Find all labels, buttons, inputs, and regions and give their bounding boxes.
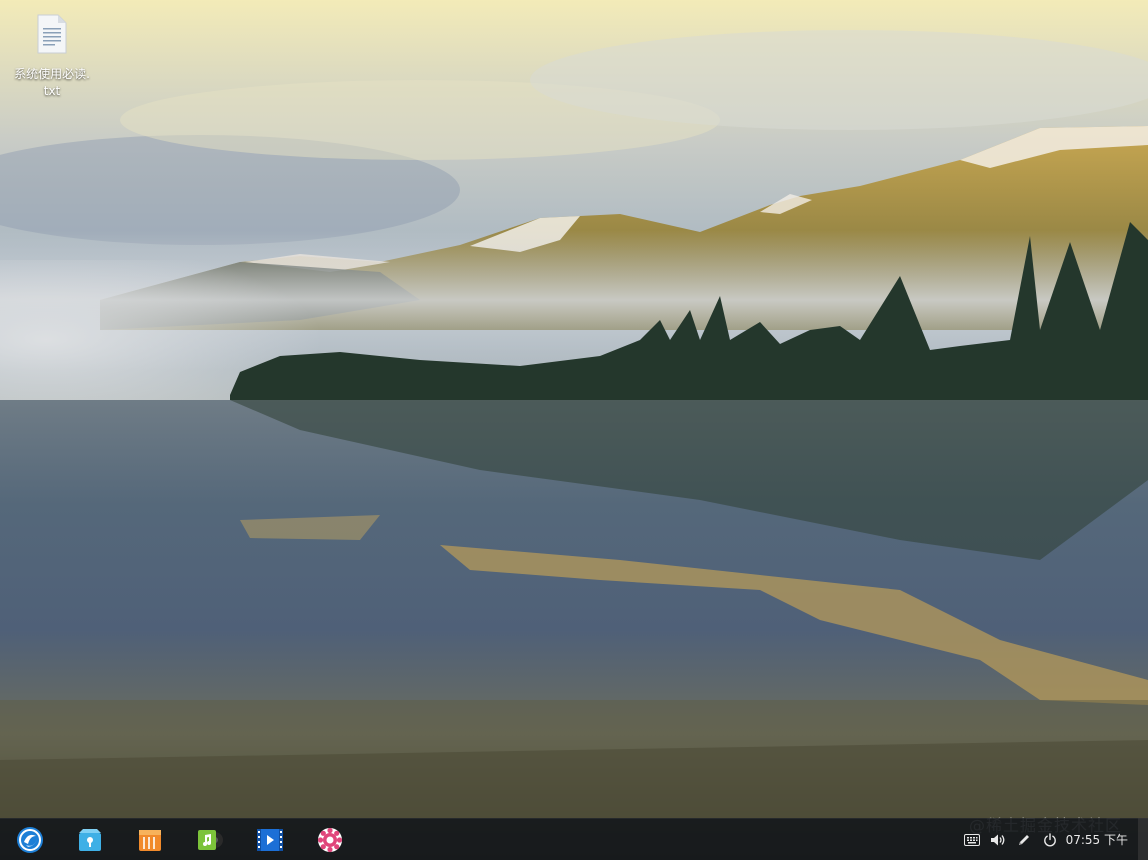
volume-tray-button[interactable] [988,819,1008,860]
power-icon [1044,833,1056,847]
desktop-file-label: 系统使用必读.txt [14,67,90,98]
show-desktop-corner[interactable] [1138,818,1148,860]
pen-icon [1019,835,1029,845]
pen-tray-button[interactable] [1014,819,1034,860]
desktop: 系统使用必读.txt @稀土掘金技术社区 [0,0,1148,860]
keyboard-icon [964,834,980,846]
settings-button[interactable] [316,826,344,854]
app-store-icon [79,829,101,851]
wallpaper-landscape [0,0,1148,818]
keyboard-tray-button[interactable] [962,819,982,860]
desktop-file-readme[interactable]: 系统使用必读.txt [14,14,90,100]
video-player-icon [257,829,283,851]
app-store-button[interactable] [76,826,104,854]
volume-icon [991,834,1005,846]
power-tray-button[interactable] [1040,819,1060,860]
taskbar: 07:55 下午 [0,818,1148,860]
text-file-icon [37,14,67,54]
deepin-launcher-icon [17,827,43,853]
music-icon [198,830,223,850]
settings-icon [317,827,343,853]
launcher-button[interactable] [16,826,44,854]
file-manager-icon [139,830,161,851]
clock[interactable]: 07:55 下午 [1066,819,1128,860]
music-button[interactable] [196,826,224,854]
video-player-button[interactable] [256,826,284,854]
file-manager-button[interactable] [136,826,164,854]
